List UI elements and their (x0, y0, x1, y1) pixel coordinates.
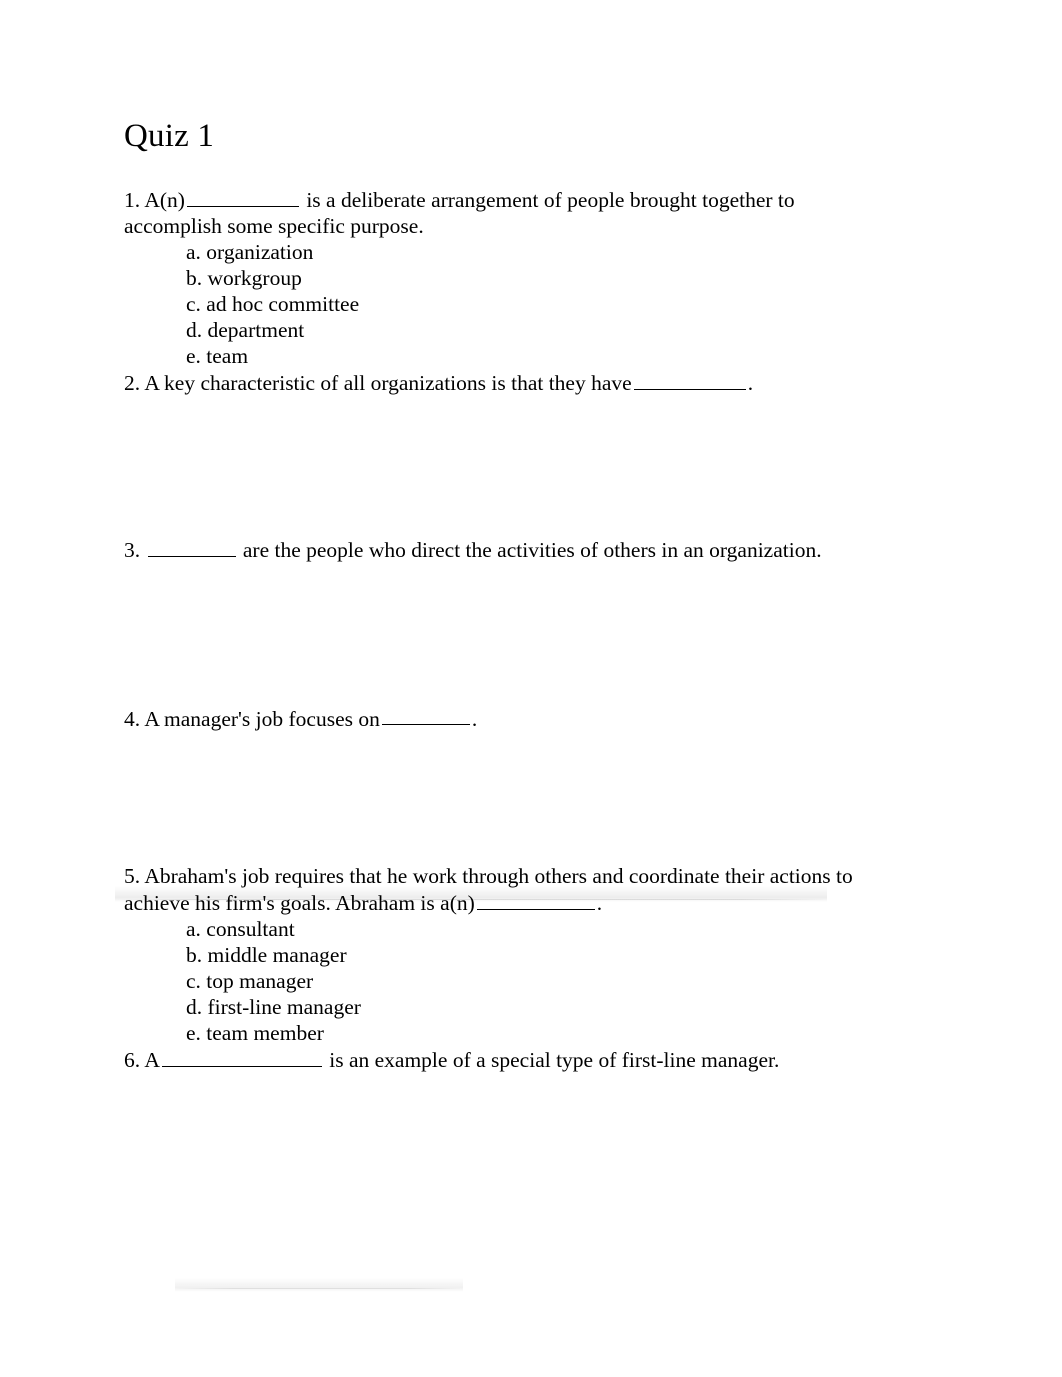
question-5-option-b[interactable]: b. middle manager (124, 942, 864, 968)
question-2-suffix: . (747, 370, 754, 395)
question-6-text: 6. A is an example of a special type of … (124, 1046, 864, 1073)
question-2-text: 2. A key characteristic of all organizat… (124, 369, 864, 396)
question-2-prefix: A key characteristic of all organization… (144, 370, 632, 395)
question-3-text: 3. are the people who direct the activit… (124, 536, 864, 563)
page-title: Quiz 1 (124, 118, 215, 154)
page-break-shadow-lower (175, 1278, 463, 1292)
answer-space-4[interactable] (124, 731, 864, 863)
question-1-blank[interactable] (186, 186, 299, 208)
question-4: 4. A manager's job focuses on. (124, 705, 864, 732)
question-1-option-e[interactable]: e. team (124, 343, 864, 369)
document-page: Quiz 1 1. A(n) is a deliberate arrangeme… (0, 0, 1062, 1377)
question-5-option-a[interactable]: a. consultant (124, 916, 864, 942)
question-3-suffix: are the people who direct the activities… (242, 537, 822, 562)
title-spacer (124, 154, 864, 186)
question-1: 1. A(n) is a deliberate arrangement of p… (124, 186, 864, 369)
question-1-prefix: A(n) (144, 188, 185, 213)
question-3-blank[interactable] (147, 536, 236, 557)
question-6-blank[interactable] (161, 1046, 322, 1067)
question-5-option-c[interactable]: c. top manager (124, 968, 864, 994)
answer-space-2[interactable] (124, 396, 864, 536)
question-5-text: 5. Abraham's job requires that he work t… (124, 863, 864, 916)
question-5-suffix: . (596, 891, 603, 916)
question-2-blank[interactable] (633, 369, 746, 390)
question-1-option-c[interactable]: c. ad hoc committee (124, 291, 864, 317)
question-5-option-e[interactable]: e. team member (124, 1020, 864, 1046)
question-4-text: 4. A manager's job focuses on. (124, 705, 864, 732)
question-1-number: 1. (124, 188, 141, 213)
question-1-option-a[interactable]: a. organization (124, 239, 864, 265)
question-5-blank[interactable] (476, 889, 595, 911)
document-body: Quiz 1 1. A(n) is a deliberate arrangeme… (124, 0, 864, 1073)
question-4-suffix: . (471, 706, 478, 731)
question-2-number: 2. (124, 370, 141, 395)
question-4-blank[interactable] (381, 705, 470, 726)
question-3: 3. are the people who direct the activit… (124, 536, 864, 563)
question-6: 6. A is an example of a special type of … (124, 1046, 864, 1073)
question-5-number: 5. (124, 864, 141, 889)
question-2: 2. A key characteristic of all organizat… (124, 369, 864, 396)
question-1-option-d[interactable]: d. department (124, 317, 864, 343)
question-3-number: 3. (124, 537, 141, 562)
question-6-suffix: is an example of a special type of first… (329, 1047, 780, 1072)
question-4-number: 4. (124, 706, 141, 731)
question-1-option-b[interactable]: b. workgroup (124, 265, 864, 291)
question-6-number: 6. (124, 1047, 141, 1072)
question-1-text: 1. A(n) is a deliberate arrangement of p… (124, 186, 864, 239)
question-5-option-d[interactable]: d. first-line manager (124, 994, 864, 1020)
answer-space-3[interactable] (124, 563, 864, 705)
question-4-prefix: A manager's job focuses on (144, 706, 380, 731)
question-5: 5. Abraham's job requires that he work t… (124, 863, 864, 1046)
question-6-prefix: A (144, 1047, 160, 1072)
